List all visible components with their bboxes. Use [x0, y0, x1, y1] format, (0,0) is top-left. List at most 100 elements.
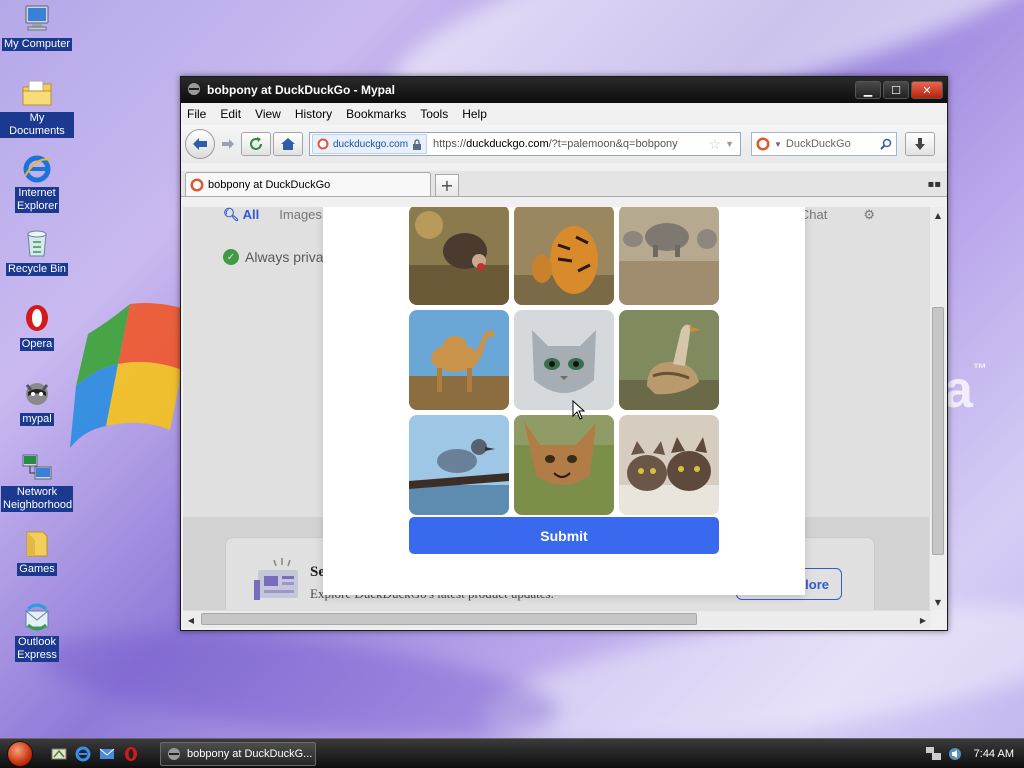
start-button[interactable] [0, 739, 40, 768]
menu-bar: File Edit View History Bookmarks Tools H… [181, 103, 947, 125]
desktop-icon-mypal[interactable]: mypal [0, 377, 74, 426]
url-domain: duckduckgo.com [466, 138, 549, 150]
desktop-icon-my-documents[interactable]: My Documents [0, 78, 74, 138]
hedgehog-image [409, 207, 509, 305]
menu-file[interactable]: File [187, 107, 206, 121]
menu-view[interactable]: View [255, 107, 281, 121]
captcha-tile-cats[interactable] [619, 415, 719, 515]
url-bar[interactable]: duckduckgo.com https://duckduckgo.com/?t… [309, 132, 741, 156]
title-bar[interactable]: bobpony at DuckDuckGo - Mypal ▁ ☐ ✕ [181, 77, 947, 103]
icon-label: Games [17, 563, 57, 576]
downloads-button[interactable] [905, 132, 935, 156]
desktop-icon-network-neighborhood[interactable]: Network Neighborhood [0, 452, 74, 512]
submit-button[interactable]: Submit [409, 517, 719, 554]
menu-history[interactable]: History [295, 107, 332, 121]
icon-label: Internet Explorer [15, 187, 59, 213]
engine-dropdown-icon[interactable]: ▼ [774, 140, 782, 149]
horizontal-scroll-thumb[interactable] [201, 613, 697, 625]
raccoon-icon [21, 377, 53, 409]
bookmark-star-icon[interactable]: ☆ [709, 136, 722, 153]
back-button[interactable] [185, 129, 215, 159]
cat-image [514, 310, 614, 410]
duckduckgo-engine-icon[interactable] [756, 137, 770, 151]
desktop-icon-recycle-bin[interactable]: Recycle Bin [0, 227, 74, 276]
scroll-right-icon[interactable]: ▶ [915, 612, 931, 628]
caracal-image [514, 415, 614, 515]
scroll-left-icon[interactable]: ◀ [183, 612, 199, 628]
wallpaper-brand: a™ [944, 360, 987, 420]
quicklaunch-outlook[interactable] [96, 743, 118, 765]
captcha-tile-duck-on-branch[interactable] [409, 415, 509, 515]
browser-window: bobpony at DuckDuckGo - Mypal ▁ ☐ ✕ File… [180, 76, 948, 631]
captcha-tile-rhino[interactable] [619, 207, 719, 305]
menu-help[interactable]: Help [462, 107, 487, 121]
mouse-cursor-icon [572, 400, 586, 420]
scroll-down-icon[interactable]: ▼ [930, 594, 946, 610]
forward-button[interactable] [217, 132, 239, 156]
desktop-icon-my-computer[interactable]: My Computer [0, 2, 74, 51]
search-placeholder: DuckDuckGo [785, 138, 851, 150]
download-icon [915, 138, 925, 150]
back-arrow-icon [193, 138, 207, 150]
tiger-image [514, 207, 614, 305]
url-path: /?t=palemoon&q=bobpony [548, 138, 678, 150]
captcha-tile-camel[interactable] [409, 310, 509, 410]
icon-label: My Documents [0, 112, 74, 138]
menu-edit[interactable]: Edit [220, 107, 241, 121]
desktop-icon-opera[interactable]: Opera [0, 302, 74, 351]
horizontal-scrollbar[interactable]: ◀ ▶ [183, 610, 931, 628]
icon-label: Recycle Bin [5, 263, 69, 276]
vertical-scrollbar[interactable]: ▲ ▼ [929, 207, 945, 610]
outlook-express-icon [99, 748, 115, 759]
captcha-tile-hedgehog[interactable] [409, 207, 509, 305]
duckduckgo-favicon-icon [317, 138, 329, 150]
vertical-scroll-thumb[interactable] [932, 307, 944, 555]
show-desktop-icon [51, 748, 67, 759]
tab-duckduckgo[interactable]: bobpony at DuckDuckGo [185, 172, 431, 196]
system-tray: 7:44 AM [916, 739, 1024, 768]
icon-label: Opera [19, 338, 55, 351]
internet-explorer-icon [75, 746, 91, 761]
site-identity-button[interactable]: duckduckgo.com [312, 134, 428, 154]
teal-duck-image [409, 415, 509, 515]
scroll-up-icon[interactable]: ▲ [930, 207, 946, 223]
new-tab-button[interactable]: + [435, 174, 459, 196]
quicklaunch-internet-explorer[interactable] [72, 743, 94, 765]
taskbar-window-button[interactable]: bobpony at DuckDuckG... [160, 741, 316, 766]
url-scheme: https:// [433, 138, 467, 150]
icon-label: Network Neighborhood [1, 486, 73, 512]
page-content: 🔍︎ All Images Chat ⚙ ✓ Always priva Se E… [183, 207, 931, 610]
url-dropdown-icon[interactable]: ▼ [725, 139, 734, 149]
desktop-icon-outlook-express[interactable]: Outlook Express [0, 602, 74, 662]
close-button[interactable]: ✕ [911, 81, 943, 99]
captcha-tile-duck[interactable] [619, 310, 719, 410]
search-bar[interactable]: ▼ DuckDuckGo [751, 132, 897, 156]
home-button[interactable] [273, 132, 303, 156]
maximize-button[interactable]: ☐ [883, 81, 909, 99]
menu-tools[interactable]: Tools [420, 107, 448, 121]
opera-icon [21, 302, 53, 334]
quicklaunch-show-desktop[interactable] [48, 743, 70, 765]
captcha-tile-caracal[interactable] [514, 415, 614, 515]
desktop-icon-games[interactable]: Games [0, 527, 74, 576]
trademark: ™ [972, 360, 987, 376]
network-tray-icon[interactable] [925, 747, 942, 761]
captcha-tile-tiger[interactable] [514, 207, 614, 305]
captcha-tile-cat[interactable] [514, 310, 614, 410]
internet-explorer-icon [21, 153, 53, 185]
desktop-icon-internet-explorer[interactable]: Internet Explorer [0, 153, 74, 213]
tab-list-icon[interactable]: ▪▪ [927, 179, 941, 190]
mypal-app-icon [168, 747, 180, 760]
clock[interactable]: 7:44 AM [974, 748, 1014, 760]
volume-tray-icon[interactable] [948, 747, 962, 761]
quicklaunch-opera[interactable] [120, 743, 142, 765]
minimize-button[interactable]: ▁ [855, 81, 881, 99]
rhino-image [619, 207, 719, 305]
search-icon[interactable] [880, 138, 892, 150]
navigation-toolbar: duckduckgo.com https://duckduckgo.com/?t… [181, 125, 947, 163]
reload-button[interactable] [241, 132, 271, 156]
two-cats-image [619, 415, 719, 515]
recycle-bin-icon [21, 227, 53, 259]
lock-icon [413, 138, 422, 150]
menu-bookmarks[interactable]: Bookmarks [346, 107, 406, 121]
